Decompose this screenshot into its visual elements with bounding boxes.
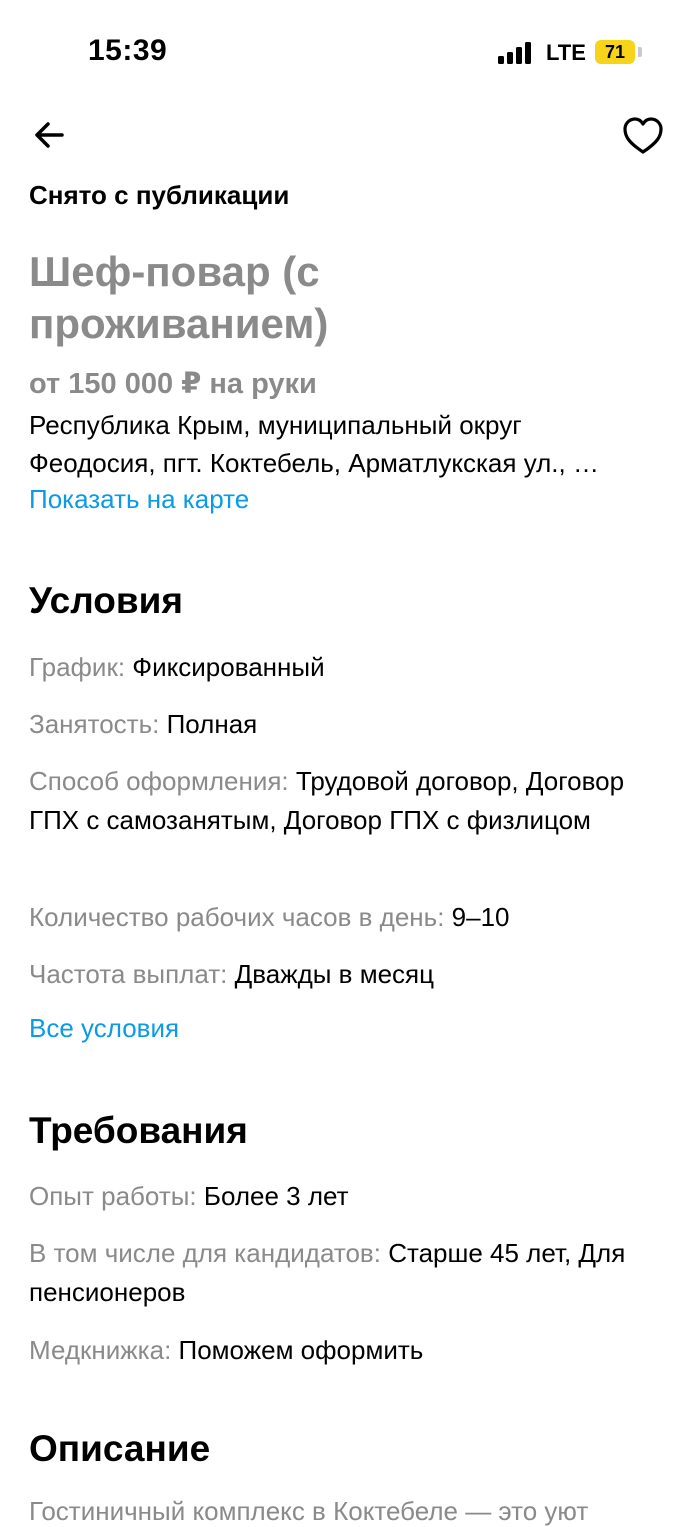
salary: от 150 000 ₽ на руки bbox=[29, 368, 317, 400]
favorite-button[interactable] bbox=[618, 112, 668, 160]
requirement-row-medbook: Медкнижка: Поможем оформить bbox=[29, 1331, 649, 1370]
back-button[interactable] bbox=[28, 112, 76, 160]
row-label: График: bbox=[29, 652, 126, 682]
row-value: 9–10 bbox=[451, 902, 510, 932]
row-value: Поможем оформить bbox=[178, 1335, 424, 1365]
conditions-title: Условия bbox=[29, 580, 183, 621]
row-label: Занятость: bbox=[29, 709, 160, 739]
row-value: Полная bbox=[166, 709, 258, 739]
requirements-title: Требования bbox=[29, 1110, 248, 1151]
show-on-map-link[interactable]: Показать на карте bbox=[29, 484, 249, 515]
description-text: Гостиничный комплекс в Коктебеле — это у… bbox=[29, 1496, 589, 1526]
row-value: Дважды в месяц bbox=[234, 959, 435, 989]
battery-tip bbox=[638, 47, 642, 57]
heart-outline-icon bbox=[623, 117, 663, 154]
row-value: Фиксированный bbox=[132, 652, 325, 682]
address-line-2: Феодосия, пгт. Коктебель, Арматлукская у… bbox=[29, 448, 599, 478]
status-bar: 15:39 LTE 71 bbox=[0, 0, 700, 100]
row-label: Опыт работы: bbox=[29, 1181, 197, 1211]
all-conditions-link[interactable]: Все условия bbox=[29, 1013, 179, 1044]
condition-row-employment: Занятость: Полная bbox=[29, 705, 649, 744]
row-label: В том числе для кандидатов: bbox=[29, 1238, 381, 1268]
condition-row-contract: Способ оформления: Трудовой договор, Дог… bbox=[29, 762, 629, 840]
listing-status: Снято с публикации bbox=[29, 180, 290, 210]
row-label: Частота выплат: bbox=[29, 959, 228, 989]
address-line-1: Республика Крым, муниципальный округ bbox=[29, 410, 522, 440]
network-type: LTE bbox=[546, 40, 586, 65]
battery-indicator: 71 bbox=[595, 40, 635, 64]
row-label: Количество рабочих часов в день: bbox=[29, 902, 445, 932]
condition-row-schedule: График: Фиксированный bbox=[29, 648, 649, 687]
status-time: 15:39 bbox=[88, 34, 168, 67]
requirement-row-candidates: В том числе для кандидатов: Старше 45 ле… bbox=[29, 1234, 654, 1312]
signal-strength-icon bbox=[498, 42, 534, 64]
arrow-left-icon bbox=[35, 122, 64, 148]
row-value: Более 3 лет bbox=[203, 1181, 349, 1211]
description-title: Описание bbox=[29, 1428, 211, 1469]
address: Республика Крым, муниципальный округ Фео… bbox=[29, 406, 669, 482]
requirement-row-experience: Опыт работы: Более 3 лет bbox=[29, 1177, 649, 1216]
condition-row-payout: Частота выплат: Дважды в месяц bbox=[29, 955, 649, 994]
row-label: Способ оформления: bbox=[29, 766, 289, 796]
vacancy-title: Шеф-повар (с проживанием) bbox=[29, 248, 329, 347]
row-label: Медкнижка: bbox=[29, 1335, 172, 1365]
condition-row-hours: Количество рабочих часов в день: 9–10 bbox=[29, 898, 649, 937]
